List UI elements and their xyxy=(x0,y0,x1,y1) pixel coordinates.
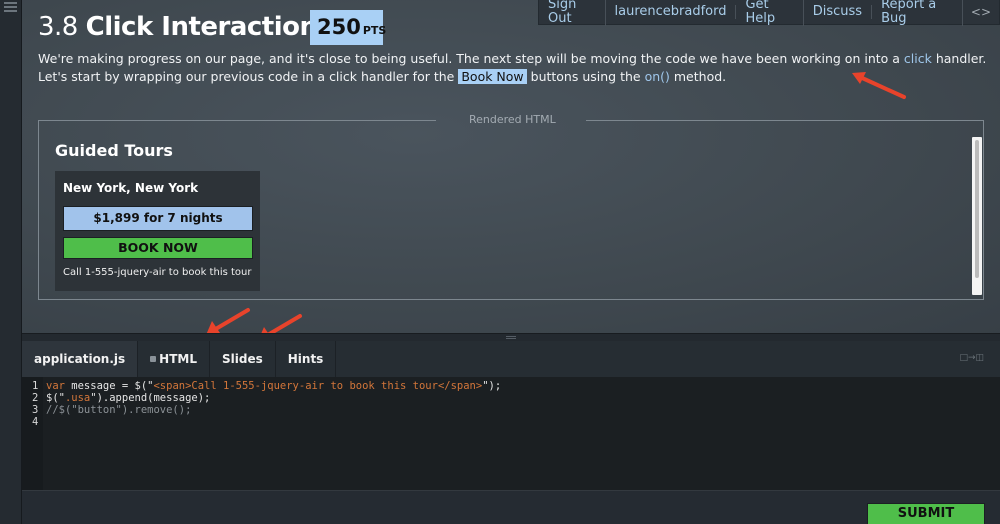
tab-slides[interactable]: Slides xyxy=(210,341,276,377)
code-line: 3//$("button").remove(); xyxy=(32,404,192,416)
tour-price: $1,899 for 7 nights xyxy=(63,206,253,231)
tab-application-js[interactable]: application.js xyxy=(22,341,139,377)
challenge-stage: 3.8 Click Interaction 250 PTS Sign Out la… xyxy=(22,0,1000,341)
resize-handle-icon[interactable] xyxy=(506,336,516,339)
footer-bar: SUBMIT xyxy=(22,490,1000,524)
book-now-tag: Book Now xyxy=(458,69,527,84)
tab-html[interactable]: HTML xyxy=(138,341,210,377)
points-badge: 250 PTS xyxy=(310,10,386,45)
lesson-title: Click Interaction xyxy=(85,12,318,42)
points-unit: PTS xyxy=(362,24,387,37)
code-line: 2 $(".usa").append(message); xyxy=(32,392,211,404)
on-method-link[interactable]: on() xyxy=(645,69,670,84)
get-help-link[interactable]: Get Help xyxy=(736,0,804,26)
desc-text: We're making progress on our page, and i… xyxy=(38,51,904,66)
pane-divider xyxy=(22,333,1000,341)
tab-label: Slides xyxy=(222,352,263,366)
guided-tours-heading: Guided Tours xyxy=(55,141,173,160)
points-value: 250 xyxy=(317,15,361,39)
tour-card: New York, New York $1,899 for 7 nights B… xyxy=(55,171,260,291)
annotation-arrow-icon xyxy=(852,72,906,99)
call-message: Call 1-555-jquery-air to book this tour xyxy=(63,267,252,278)
page-title: 3.8 Click Interaction xyxy=(38,12,318,42)
editor-tabs: application.js HTML Slides Hints □→◫ xyxy=(22,341,1000,377)
code-brackets-icon[interactable]: <> xyxy=(963,5,999,19)
submit-button[interactable]: SUBMIT xyxy=(867,503,985,524)
split-layout-icon[interactable]: □→◫ xyxy=(959,353,984,363)
lesson-number: 3.8 xyxy=(38,12,78,42)
desc-text: buttons using the xyxy=(526,69,645,84)
tab-label: application.js xyxy=(34,352,126,366)
top-navigation: Sign Out laurencebradford Get Help Discu… xyxy=(538,0,1000,26)
left-sidebar xyxy=(0,0,22,524)
discuss-link[interactable]: Discuss xyxy=(804,5,873,19)
rendered-scrollbar[interactable] xyxy=(972,137,982,295)
tour-name: New York, New York xyxy=(63,181,199,195)
book-now-button[interactable]: BOOK NOW xyxy=(63,237,253,259)
tab-label: HTML xyxy=(159,352,197,366)
click-link[interactable]: click xyxy=(904,51,932,66)
code-line: 1 var message = $("<span>Call 1-555-jquer… xyxy=(32,380,502,392)
code-line: 4 xyxy=(32,416,39,428)
hamburger-menu-icon[interactable] xyxy=(3,0,19,14)
report-bug-link[interactable]: Report a Bug xyxy=(872,0,963,26)
sign-out-link[interactable]: Sign Out xyxy=(539,0,606,26)
username-link[interactable]: laurencebradford xyxy=(606,5,737,19)
annotation-arrow-icon xyxy=(206,308,250,335)
desc-text: method. xyxy=(669,69,727,84)
tab-label: Hints xyxy=(287,352,324,366)
tab-hints[interactable]: Hints xyxy=(276,341,337,377)
lock-icon xyxy=(150,356,157,362)
code-editor[interactable]: 1 var message = $("<span>Call 1-555-jquer… xyxy=(22,377,1000,490)
